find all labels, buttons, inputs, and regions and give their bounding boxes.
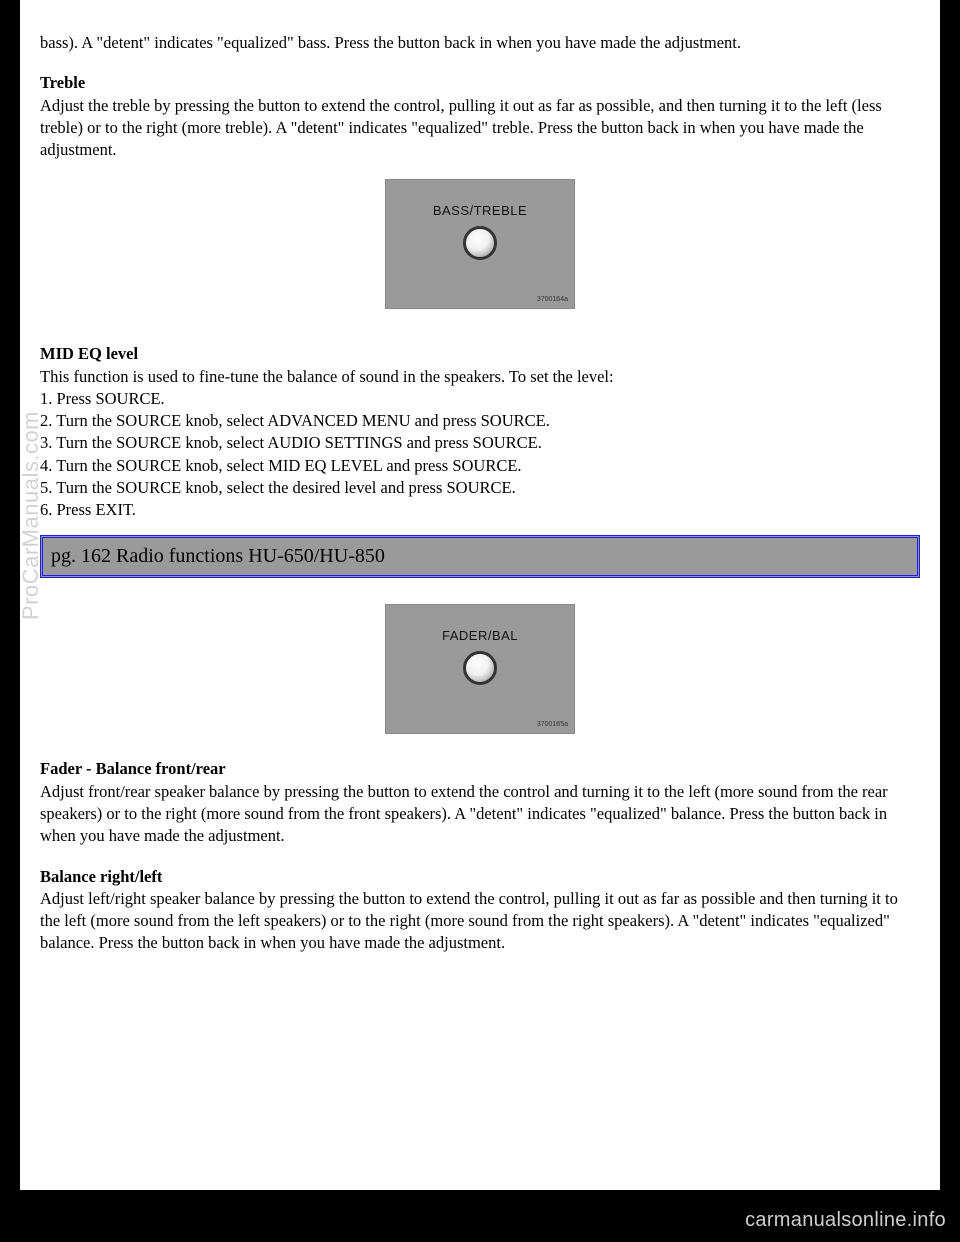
mideq-heading: MID EQ level xyxy=(40,343,920,365)
step: 2. Turn the SOURCE knob, select ADVANCED… xyxy=(40,410,920,432)
page-section-bar: pg. 162 Radio functions HU-650/HU-850 xyxy=(40,535,920,578)
balance-section: Balance right/left Adjust left/right spe… xyxy=(40,866,920,955)
treble-section: Treble Adjust the treble by pressing the… xyxy=(40,72,920,161)
fader-heading: Fader - Balance front/rear xyxy=(40,758,920,780)
fader-bal-figure: FADER/BAL 3700165a xyxy=(385,604,575,734)
figure-tag: 3700165a xyxy=(537,720,568,729)
step: 1. Press SOURCE. xyxy=(40,388,920,410)
step: 5. Turn the SOURCE knob, select the desi… xyxy=(40,477,920,499)
knob-icon xyxy=(463,226,497,260)
treble-heading: Treble xyxy=(40,72,920,94)
bass-treble-figure: BASS/TREBLE 3700164a xyxy=(385,179,575,309)
fader-body: Adjust front/rear speaker balance by pre… xyxy=(40,781,920,848)
pg-label: pg. xyxy=(51,545,76,567)
mideq-intro: This function is used to fine-tune the b… xyxy=(40,366,920,388)
intro-paragraph: bass). A "detent" indicates "equalized" … xyxy=(40,32,920,54)
step: 6. Press EXIT. xyxy=(40,499,920,521)
manual-page: ProCarManuals.com bass). A "detent" indi… xyxy=(20,0,940,1190)
step: 4. Turn the SOURCE knob, select MID EQ L… xyxy=(40,455,920,477)
figure-tag: 3700164a xyxy=(537,295,568,304)
knob-icon xyxy=(463,651,497,685)
step: 3. Turn the SOURCE knob, select AUDIO SE… xyxy=(40,432,920,454)
fader-section: Fader - Balance front/rear Adjust front/… xyxy=(40,758,920,847)
watermark-text: ProCarManuals.com xyxy=(16,411,46,620)
mideq-steps: 1. Press SOURCE. 2. Turn the SOURCE knob… xyxy=(40,388,920,522)
mideq-section: MID EQ level This function is used to fi… xyxy=(40,343,920,521)
figure-label: BASS/TREBLE xyxy=(386,202,574,220)
treble-body: Adjust the treble by pressing the button… xyxy=(40,95,920,162)
section-title: 162 Radio functions HU-650/HU-850 xyxy=(76,545,385,567)
balance-heading: Balance right/left xyxy=(40,866,920,888)
figure-label: FADER/BAL xyxy=(386,627,574,645)
footer-watermark: carmanualsonline.info xyxy=(745,1207,946,1234)
balance-body: Adjust left/right speaker balance by pre… xyxy=(40,888,920,955)
